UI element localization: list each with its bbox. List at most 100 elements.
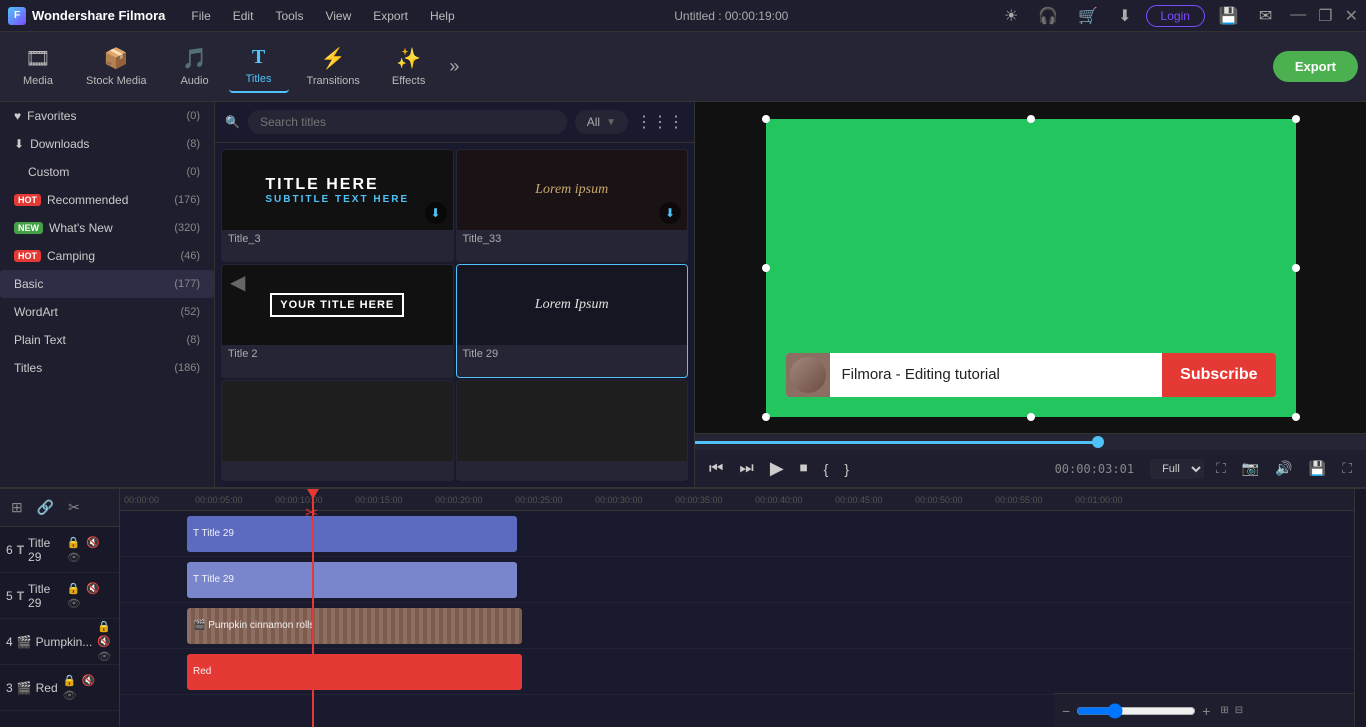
skip-back-button[interactable]: ⏮ [705, 456, 727, 482]
title-card-title2[interactable]: YOUR TITLE HERE Title 2 [221, 264, 454, 377]
track-mute-4[interactable]: 🔇 [96, 634, 112, 649]
fullscreen-button[interactable]: ⛶ [1338, 456, 1356, 481]
title-card-title29[interactable]: Lorem Ipsum Title 29 [456, 264, 689, 377]
track-lock-6[interactable]: 🔒 [66, 535, 82, 550]
stop-button[interactable]: ⏹ [796, 456, 812, 482]
handle-ml[interactable] [762, 264, 770, 272]
handle-tr[interactable] [1292, 115, 1300, 123]
export-button[interactable]: Export [1273, 51, 1358, 82]
close-button[interactable]: ✕ [1345, 6, 1358, 26]
title-card-title3[interactable]: TITLE HERESUBTITLE TEXT HERE ⬇ Title_3 [221, 149, 454, 262]
menu-file[interactable]: File [181, 5, 220, 27]
timeline-thumb[interactable] [1092, 436, 1104, 448]
snapshot-button[interactable]: 📷 [1238, 456, 1263, 481]
track-eye-4[interactable]: 👁 [96, 649, 112, 664]
track-lock-4[interactable]: 🔒 [96, 619, 112, 634]
menu-view[interactable]: View [315, 5, 361, 27]
zoom-slider[interactable] [1076, 703, 1196, 719]
track-lock-5[interactable]: 🔒 [66, 581, 82, 596]
zoom-label: ⊞ [1220, 705, 1228, 716]
title-card-empty1[interactable] [221, 380, 454, 481]
sidebar-item-plain-text[interactable]: Plain Text (8) [0, 326, 214, 354]
grid-view-icon[interactable]: ⋮⋮⋮ [636, 112, 684, 132]
overlay-subscribe-button[interactable]: Subscribe [1162, 353, 1275, 397]
menu-help[interactable]: Help [420, 5, 465, 27]
clip-pumpkin[interactable]: 🎬 Pumpkin cinnamon rolls [187, 608, 522, 644]
menu-tools[interactable]: Tools [265, 5, 313, 27]
sidebar-item-basic[interactable]: Basic (177) [0, 270, 214, 298]
handle-mr[interactable] [1292, 264, 1300, 272]
handle-bl[interactable] [762, 413, 770, 421]
sidebar-item-whats-new[interactable]: NEW What's New (320) [0, 214, 214, 242]
sidebar-item-downloads[interactable]: ⬇ Downloads (8) [0, 130, 214, 158]
mark-in-icon[interactable]: { [820, 457, 833, 481]
sun-icon[interactable]: ☀ [998, 4, 1024, 28]
sidebar-item-custom[interactable]: Custom (0) [0, 158, 214, 186]
mark-out-icon[interactable]: } [840, 457, 853, 481]
clip-red[interactable]: Red [187, 654, 522, 690]
sidebar-item-recommended[interactable]: HOT Recommended (176) [0, 186, 214, 214]
zoom-in-button[interactable]: + [1202, 703, 1210, 719]
save-frame-button[interactable]: 💾 [1305, 456, 1330, 481]
ruler-mark-0: 00:00:00 [124, 495, 159, 505]
handle-tm[interactable] [1027, 115, 1035, 123]
sidebar-item-wordart[interactable]: WordArt (52) [0, 298, 214, 326]
track-eye-6[interactable]: 👁 [66, 550, 82, 565]
toolbar-audio[interactable]: 🎵 Audio [165, 40, 225, 93]
handle-bm[interactable] [1027, 413, 1035, 421]
title33-download-icon[interactable]: ⬇ [659, 202, 681, 224]
cart-icon[interactable]: 🛒 [1072, 4, 1104, 28]
link-button[interactable]: 🔗 [34, 496, 57, 519]
menu-export[interactable]: Export [363, 5, 418, 27]
headset-icon[interactable]: 🎧 [1032, 4, 1064, 28]
ruler-mark-7: 00:00:35:00 [675, 495, 723, 505]
magnetic-button[interactable]: ✂ [65, 496, 83, 519]
scroll-left-icon[interactable]: ◀ [230, 270, 245, 295]
filter-dropdown[interactable]: All ▼ [575, 110, 628, 134]
minimize-button[interactable]: — [1290, 6, 1306, 26]
toolbar-more-button[interactable]: » [443, 50, 465, 83]
handle-tl[interactable] [762, 115, 770, 123]
toolbar-media[interactable]: 🎞 Media [8, 40, 68, 93]
zoom-out-button[interactable]: − [1062, 703, 1070, 719]
play-button[interactable]: ▶ [766, 454, 788, 483]
title-card-title33[interactable]: Lorem ipsum ⬇ Title_33 [456, 149, 689, 262]
clip-title29-bottom[interactable]: T Title 29 [187, 562, 517, 598]
volume-button[interactable]: 🔊 [1271, 456, 1296, 481]
fit-screen-button[interactable]: ⛶ [1212, 456, 1230, 481]
toolbar-effects[interactable]: ✨ Effects [378, 40, 439, 93]
wordart-count: (52) [180, 306, 200, 318]
track-label-6: Title 29 [28, 536, 62, 564]
track-header-5: 5 T Title 29 🔒 🔇 👁 [0, 573, 119, 619]
track-mute-5[interactable]: 🔇 [85, 581, 101, 596]
title3-download-icon[interactable]: ⬇ [425, 202, 447, 224]
toolbar-titles[interactable]: T Titles [229, 40, 289, 93]
handle-br[interactable] [1292, 413, 1300, 421]
clip-title29-top[interactable]: T Title 29 [187, 516, 517, 552]
download-icon[interactable]: ⬇ [1112, 4, 1137, 28]
sidebar-item-favorites[interactable]: ♥ Favorites (0) [0, 102, 214, 130]
custom-count: (0) [187, 166, 200, 178]
maximize-button[interactable]: ❐ [1318, 6, 1332, 26]
login-button[interactable]: Login [1146, 5, 1205, 27]
search-input[interactable] [248, 110, 567, 134]
title-card-empty2[interactable] [456, 380, 689, 481]
sidebar-item-titles[interactable]: Titles (186) [0, 354, 214, 382]
toolbar-stock[interactable]: 📦 Stock Media [72, 40, 161, 93]
sidebar-item-camping[interactable]: HOT Camping (46) [0, 242, 214, 270]
toolbar-transitions[interactable]: ⚡ Transitions [293, 40, 374, 93]
empty1-preview [222, 381, 453, 461]
preview-timeline-bar[interactable] [695, 434, 1366, 450]
quality-select[interactable]: Full [1150, 459, 1204, 479]
email-icon[interactable]: ✉ [1253, 4, 1278, 28]
add-track-button[interactable]: ⊞ [8, 496, 26, 519]
menu-edit[interactable]: Edit [223, 5, 264, 27]
step-back-button[interactable]: ⏭ [735, 456, 757, 482]
save-icon[interactable]: 💾 [1213, 4, 1245, 28]
track-eye-5[interactable]: 👁 [66, 596, 82, 611]
title29-label: Title 29 [457, 345, 688, 365]
track-eye-3[interactable]: 👁 [62, 688, 78, 703]
track-lock-3[interactable]: 🔒 [62, 673, 78, 688]
track-mute-6[interactable]: 🔇 [85, 535, 101, 550]
track-mute-3[interactable]: 🔇 [81, 673, 97, 688]
